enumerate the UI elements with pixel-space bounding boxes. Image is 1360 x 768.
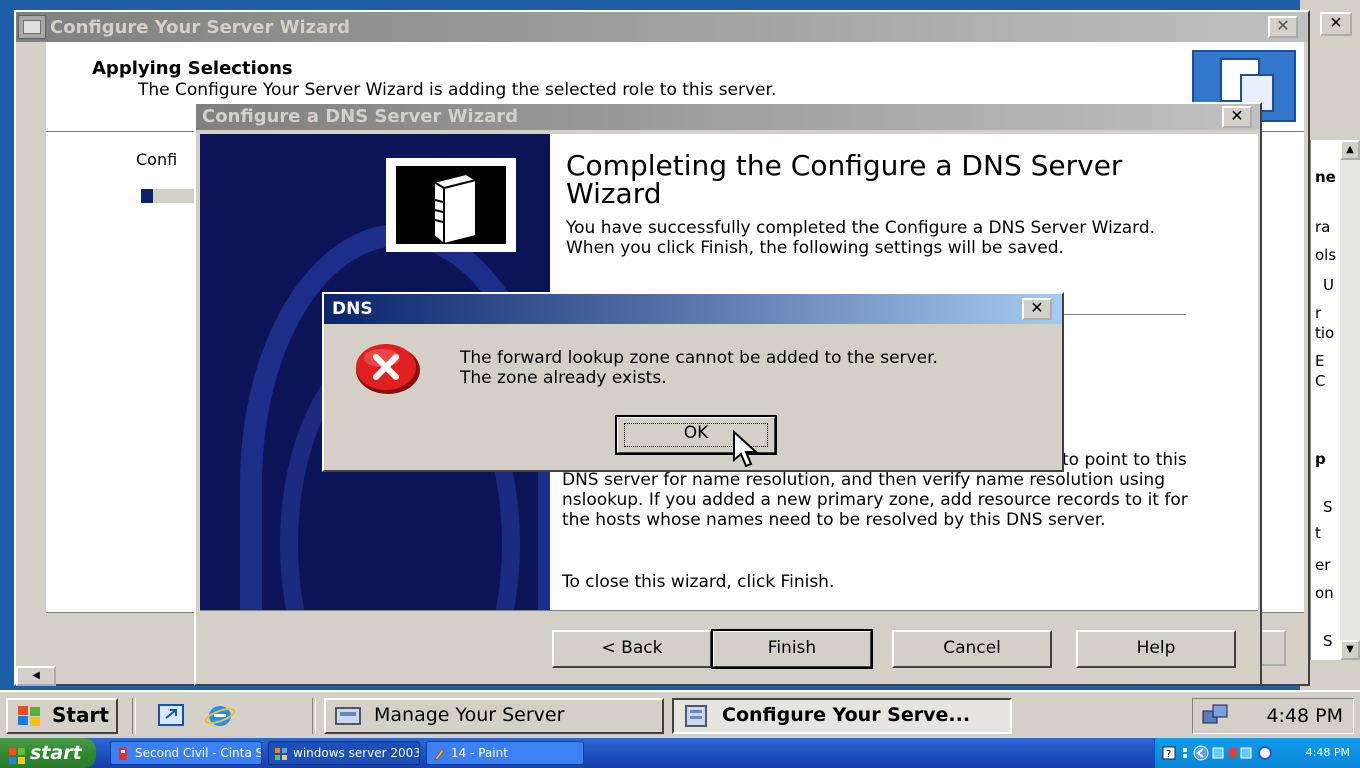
wizard-window-icon xyxy=(682,704,712,728)
dns-wizard-description: You have successfully completed the Conf… xyxy=(566,218,1156,258)
windows-flag-icon xyxy=(14,705,44,727)
background-fragment: C xyxy=(1315,372,1326,390)
dns-wizard-title: Configure a DNS Server Wizard xyxy=(202,106,518,127)
background-fragment: t xyxy=(1315,524,1321,542)
windows-flag-icon xyxy=(8,744,26,764)
host-taskbar-item[interactable]: windows server 2003... xyxy=(268,741,420,765)
dns-wizard-close-button[interactable]: ✕ xyxy=(1222,106,1252,128)
cancel-button[interactable]: Cancel xyxy=(892,630,1052,668)
guest-taskbar: Start Manage Your Server Configure Your … xyxy=(0,690,1360,738)
taskbar-item-label: Configure Your Serve... xyxy=(722,704,971,726)
internet-explorer-icon[interactable] xyxy=(204,700,236,730)
help-button[interactable]: Help xyxy=(1076,630,1236,668)
host-taskbar-item-label: Second Civil - Cinta S... xyxy=(135,746,262,760)
outer-wizard-close-button[interactable]: ✕ xyxy=(1268,16,1298,38)
outer-wizard-header-subtitle: The Configure Your Server Wizard is addi… xyxy=(138,80,777,100)
host-taskbar-item-label: windows server 2003... xyxy=(293,746,420,760)
scroll-up-arrow-icon[interactable]: ▲ xyxy=(1340,140,1360,160)
server-icon xyxy=(386,158,516,252)
guest-start-button[interactable]: Start xyxy=(6,698,118,734)
media-player-icon xyxy=(116,746,130,760)
background-fragment: S xyxy=(1323,632,1333,650)
host-start-button[interactable]: start xyxy=(0,738,96,768)
background-fragment: r xyxy=(1315,304,1322,322)
host-taskbar-item[interactable]: 14 - Paint xyxy=(426,741,584,765)
scroll-down-arrow-icon[interactable]: ▼ xyxy=(1340,640,1360,660)
taskbar-separator xyxy=(312,698,316,734)
background-fragment: er xyxy=(1315,556,1331,574)
taskbar-item-configure-your-server[interactable]: Configure Your Serve... xyxy=(672,698,1012,734)
outer-wizard-title: Configure Your Server Wizard xyxy=(50,16,351,38)
host-taskbar-item[interactable]: Second Civil - Cinta S... xyxy=(110,741,262,765)
back-button[interactable]: < Back xyxy=(552,630,712,668)
tray-icons[interactable]: ? xyxy=(1161,745,1281,761)
wizard-app-icon xyxy=(18,15,46,39)
dns-wizard-titlebar[interactable]: Configure a DNS Server Wizard ✕ xyxy=(196,104,1260,130)
background-fragment: U xyxy=(1323,276,1334,294)
background-fragment: E xyxy=(1315,352,1325,370)
error-dialog-close-button[interactable]: ✕ xyxy=(1022,298,1052,320)
background-scrollbar[interactable]: ▲ ▼ xyxy=(1340,140,1360,660)
dns-wizard-close-instruction: To close this wizard, click Finish. xyxy=(562,572,835,592)
guest-system-tray: 4:48 PM xyxy=(1192,698,1354,734)
error-message-line: The zone already exists. xyxy=(460,368,667,388)
progress-fill xyxy=(141,189,153,203)
background-fragment: p xyxy=(1315,450,1326,468)
error-message: The forward lookup zone cannot be added … xyxy=(460,348,938,388)
outer-wizard-titlebar[interactable]: Configure Your Server Wizard ✕ xyxy=(16,12,1308,42)
host-start-label: start xyxy=(30,742,82,764)
taskbar-item-label: Manage Your Server xyxy=(374,704,565,726)
outer-wizard-header-title: Applying Selections xyxy=(92,58,293,79)
error-message-line: The forward lookup zone cannot be added … xyxy=(460,348,938,368)
background-window-close-button[interactable]: ✕ xyxy=(1320,12,1352,36)
host-taskbar-item-label: 14 - Paint xyxy=(451,746,508,760)
host-clock[interactable]: 4:48 PM xyxy=(1306,738,1350,768)
taskbar-item-manage-your-server[interactable]: Manage Your Server xyxy=(324,698,664,734)
background-fragment: ols xyxy=(1315,246,1337,264)
background-fragment: S xyxy=(1323,498,1333,516)
mouse-cursor-icon xyxy=(732,429,762,470)
virtual-machine-screen: ✕ ne ra ols U r tio E C p S t er on S ▲ … xyxy=(0,0,1360,738)
background-fragment: ne xyxy=(1315,168,1336,186)
taskbar-separator xyxy=(132,698,136,734)
host-system-tray: ? 4:48 PM xyxy=(1154,738,1360,768)
show-desktop-icon[interactable] xyxy=(156,700,188,730)
guest-clock[interactable]: 4:48 PM xyxy=(1266,699,1343,733)
dns-error-dialog: DNS ✕ The forward lookup zone cannot be … xyxy=(322,292,1064,472)
background-fragment: ra xyxy=(1315,218,1331,236)
paint-icon xyxy=(432,746,446,761)
dns-wizard-heading: Completing the Configure a DNS Server Wi… xyxy=(566,149,1123,210)
network-icon[interactable] xyxy=(1201,703,1231,729)
svg-text:?: ? xyxy=(1166,749,1171,760)
server-window-icon xyxy=(334,704,364,728)
background-fragment: tio xyxy=(1315,324,1335,342)
dns-wizard-divider xyxy=(200,610,1258,611)
outer-wizard-status-label: Confi xyxy=(136,150,178,169)
error-dialog-titlebar[interactable]: DNS ✕ xyxy=(324,294,1062,324)
scroll-left-arrow-icon[interactable]: ◀ xyxy=(16,666,56,686)
host-taskbar: start Second Civil - Cinta S... windows … xyxy=(0,738,1360,768)
background-fragment: on xyxy=(1315,584,1334,602)
guest-start-label: Start xyxy=(52,703,109,727)
error-icon xyxy=(352,340,420,396)
error-dialog-title: DNS xyxy=(332,299,373,319)
vmware-icon xyxy=(274,746,288,760)
finish-button[interactable]: Finish xyxy=(711,629,873,669)
